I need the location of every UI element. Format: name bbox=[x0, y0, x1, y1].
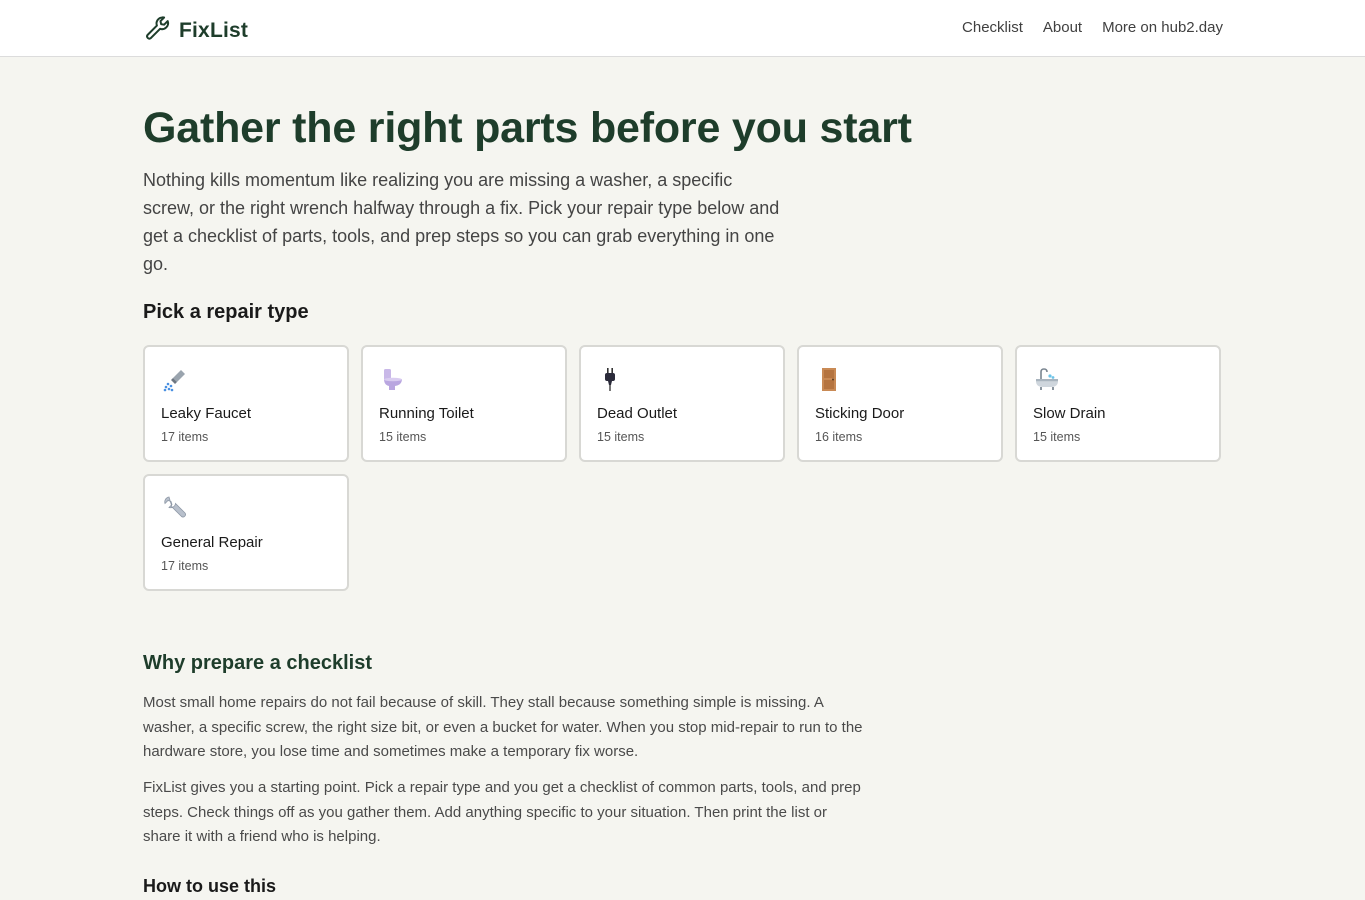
repair-type-heading: Pick a repair type bbox=[143, 301, 309, 323]
repair-card-sticking-door[interactable]: Sticking Door 16 items bbox=[797, 345, 1003, 462]
repair-card-leaky-faucet[interactable]: Leaky Faucet 17 items bbox=[143, 345, 349, 462]
wrench-icon bbox=[161, 494, 189, 522]
card-count: 17 items bbox=[161, 430, 209, 444]
page-title: Gather the right parts before you start bbox=[143, 104, 912, 152]
nav-about[interactable]: About bbox=[1043, 19, 1082, 36]
card-count: 16 items bbox=[815, 430, 863, 444]
how-heading: How to use this bbox=[143, 876, 277, 896]
door-icon bbox=[815, 365, 843, 393]
card-title: Running Toilet bbox=[379, 405, 474, 422]
brand-logo[interactable]: FixList bbox=[143, 14, 248, 47]
card-title: Sticking Door bbox=[815, 405, 905, 422]
nav-checklist[interactable]: Checklist bbox=[962, 19, 1023, 36]
nav-more-hub2[interactable]: More on hub2.day bbox=[1102, 19, 1223, 36]
hero-subtitle: Nothing kills momentum like realizing yo… bbox=[143, 170, 780, 274]
card-count: 17 items bbox=[161, 559, 209, 573]
site-header: FixList Checklist About More on hub2.day bbox=[0, 0, 1365, 57]
why-paragraph-1: Most small home repairs do not fail beca… bbox=[143, 694, 863, 760]
card-title: Slow Drain bbox=[1033, 405, 1106, 422]
repair-card-running-toilet[interactable]: Running Toilet 15 items bbox=[361, 345, 567, 462]
card-count: 15 items bbox=[597, 430, 645, 444]
card-title: Leaky Faucet bbox=[161, 405, 252, 422]
main-nav: Checklist About More on hub2.day bbox=[962, 19, 1223, 36]
card-count: 15 items bbox=[379, 430, 427, 444]
repair-card-slow-drain[interactable]: Slow Drain 15 items bbox=[1015, 345, 1221, 462]
brand-name: FixList bbox=[179, 18, 249, 42]
wrench-icon bbox=[143, 14, 171, 47]
card-count: 15 items bbox=[1033, 430, 1081, 444]
card-title: General Repair bbox=[161, 534, 263, 551]
toilet-icon bbox=[379, 365, 407, 393]
repair-card-dead-outlet[interactable]: Dead Outlet 15 items bbox=[579, 345, 785, 462]
repair-type-grid: Leaky Faucet 17 items Running Toilet 15 … bbox=[143, 345, 1221, 591]
why-paragraph-2: FixList gives you a starting point. Pick… bbox=[143, 779, 861, 845]
plug-icon bbox=[597, 365, 625, 393]
card-title: Dead Outlet bbox=[597, 405, 678, 422]
bathtub-icon bbox=[1033, 365, 1061, 393]
repair-card-general-repair[interactable]: General Repair 17 items bbox=[143, 474, 349, 591]
why-heading: Why prepare a checklist bbox=[143, 652, 372, 674]
shower-icon bbox=[161, 365, 189, 393]
